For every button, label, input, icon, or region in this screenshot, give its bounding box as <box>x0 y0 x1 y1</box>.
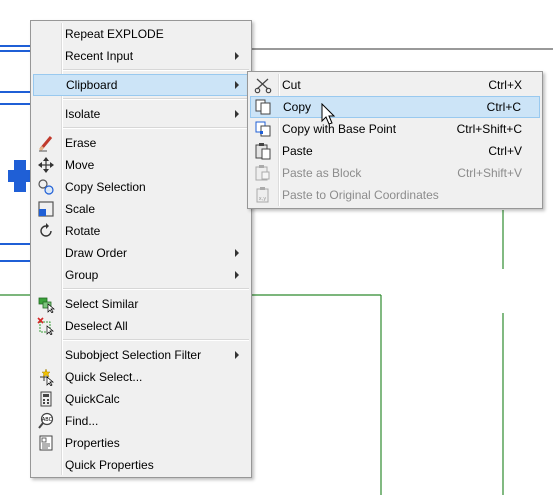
submenu-item-paste-to-original-coordinates[interactable]: x,y Paste to Original Coordinates <box>250 184 540 206</box>
clipboard-submenu: Cut Ctrl+X Copy Ctrl+C Copy with Base Po… <box>247 71 543 209</box>
menu-item-label: Erase <box>65 136 97 150</box>
menu-item-label: Paste <box>282 144 313 158</box>
menu-item-shortcut: Ctrl+X <box>488 78 522 92</box>
menu-item-find[interactable]: ABC Find... <box>33 410 249 432</box>
submenu-arrow-icon <box>235 81 239 89</box>
menu-item-label: Properties <box>65 436 120 450</box>
paste-icon <box>255 143 271 160</box>
menu-separator <box>63 69 249 71</box>
drawing-blue-lines <box>0 45 30 262</box>
menu-item-deselect-all[interactable]: Deselect All <box>33 315 249 337</box>
menu-item-label: Clipboard <box>66 78 118 92</box>
menu-item-move[interactable]: Move <box>33 154 249 176</box>
scissors-icon <box>254 78 272 94</box>
submenu-item-paste-as-block[interactable]: Paste as Block Ctrl+Shift+V <box>250 162 540 184</box>
menu-item-label: Draw Order <box>65 246 128 260</box>
menu-item-label: Cut <box>282 78 301 92</box>
calculator-icon <box>40 391 52 407</box>
deselect-all-icon <box>37 317 54 335</box>
menu-item-label: Rotate <box>65 224 101 238</box>
menu-item-isolate[interactable]: Isolate <box>33 103 249 125</box>
menu-item-label: Copy with Base Point <box>282 122 397 136</box>
menu-item-copy-selection[interactable]: Copy Selection <box>33 176 249 198</box>
eraser-icon <box>38 136 53 152</box>
context-menu: Repeat EXPLODE Recent Input Clipboard Is… <box>30 20 252 478</box>
menu-item-label: Recent Input <box>65 49 134 63</box>
menu-item-label: Paste to Original Coordinates <box>282 188 439 202</box>
menu-item-label: Find... <box>65 414 99 428</box>
menu-item-repeat-explode[interactable]: Repeat EXPLODE <box>33 23 249 45</box>
submenu-arrow-icon <box>235 271 239 279</box>
menu-item-label: Paste as Block <box>282 166 362 180</box>
menu-item-quick-properties[interactable]: Quick Properties <box>33 454 249 476</box>
menu-item-recent-input[interactable]: Recent Input <box>33 45 249 67</box>
menu-item-label: Quick Select... <box>65 370 143 384</box>
submenu-item-paste[interactable]: Paste Ctrl+V <box>250 140 540 162</box>
copy-selection-icon <box>38 179 54 195</box>
menu-item-clipboard[interactable]: Clipboard <box>33 74 249 96</box>
menu-item-label: Copy <box>283 100 312 114</box>
menu-item-label: Repeat EXPLODE <box>65 27 164 41</box>
rotate-icon <box>40 223 52 237</box>
copy-icon <box>255 99 271 115</box>
submenu-arrow-icon <box>235 52 239 60</box>
menu-item-erase[interactable]: Erase <box>33 132 249 154</box>
find-text-icon: ABC <box>38 412 54 429</box>
menu-item-label: Copy Selection <box>65 180 146 194</box>
menu-item-label: Deselect All <box>65 319 128 333</box>
paste-original-coordinates-icon: x,y <box>256 187 269 203</box>
submenu-arrow-icon <box>235 351 239 359</box>
menu-item-draw-order[interactable]: Draw Order <box>33 242 249 264</box>
mouse-cursor-icon <box>321 103 336 125</box>
move-icon <box>38 157 54 173</box>
submenu-item-copy-with-base-point[interactable]: Copy with Base Point Ctrl+Shift+C <box>250 118 540 140</box>
menu-item-label: Move <box>65 158 95 172</box>
quick-select-icon <box>40 368 54 386</box>
properties-icon <box>39 435 53 451</box>
select-similar-icon <box>38 297 55 313</box>
menu-separator <box>63 339 249 341</box>
menu-item-scale[interactable]: Scale <box>33 198 249 220</box>
menu-item-label: Scale <box>65 202 96 216</box>
submenu-arrow-icon <box>235 249 239 257</box>
scale-icon <box>38 201 54 217</box>
submenu-arrow-icon <box>235 110 239 118</box>
menu-item-subobject-selection-filter[interactable]: Subobject Selection Filter <box>33 344 249 366</box>
menu-item-quickcalc[interactable]: QuickCalc <box>33 388 249 410</box>
menu-item-shortcut: Ctrl+V <box>488 144 522 158</box>
paste-block-icon <box>255 165 270 181</box>
menu-item-label: Subobject Selection Filter <box>65 348 202 362</box>
menu-separator <box>63 127 249 129</box>
submenu-item-copy[interactable]: Copy Ctrl+C <box>250 96 540 118</box>
menu-item-label: Quick Properties <box>65 458 154 472</box>
drawing-blue-block <box>8 160 30 192</box>
menu-item-select-similar[interactable]: Select Similar <box>33 293 249 315</box>
menu-separator <box>63 288 249 290</box>
menu-item-label: Select Similar <box>65 297 139 311</box>
submenu-item-cut[interactable]: Cut Ctrl+X <box>250 74 540 96</box>
menu-item-quick-select[interactable]: Quick Select... <box>33 366 249 388</box>
menu-separator <box>63 98 249 100</box>
menu-item-label: QuickCalc <box>65 392 120 406</box>
menu-item-properties[interactable]: Properties <box>33 432 249 454</box>
menu-item-group[interactable]: Group <box>33 264 249 286</box>
menu-item-shortcut: Ctrl+Shift+V <box>457 166 522 180</box>
menu-item-shortcut: Ctrl+C <box>486 100 521 114</box>
copy-base-point-icon <box>255 121 271 137</box>
svg-text:ABC: ABC <box>42 417 53 423</box>
menu-item-shortcut: Ctrl+Shift+C <box>456 122 522 136</box>
menu-item-label: Group <box>65 268 99 282</box>
menu-item-rotate[interactable]: Rotate <box>33 220 249 242</box>
svg-text:x,y: x,y <box>259 196 267 202</box>
menu-item-label: Isolate <box>65 107 101 121</box>
